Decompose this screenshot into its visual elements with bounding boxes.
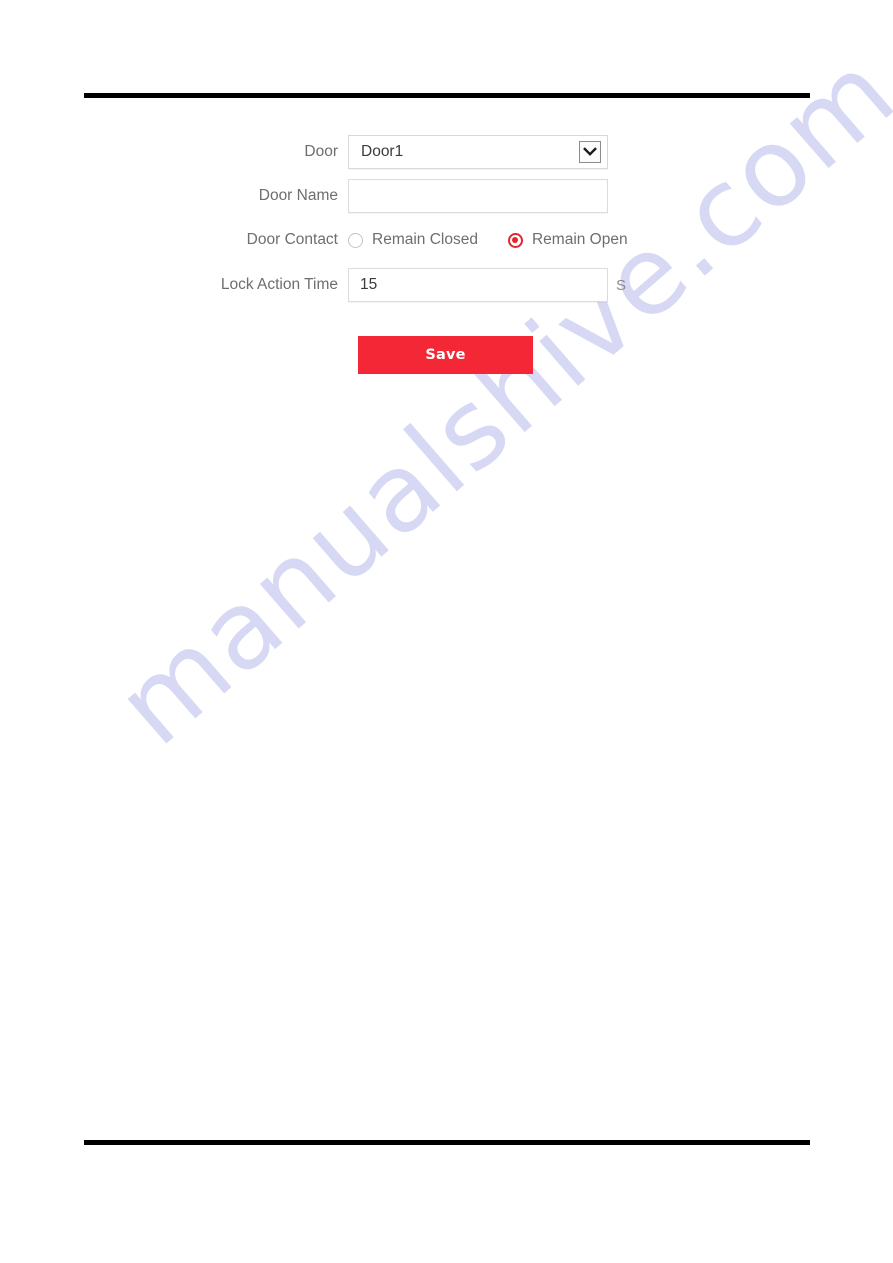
form-actions: Save <box>0 336 893 374</box>
door-contact-label: Door Contact <box>246 231 338 248</box>
form-row-door: Door Door1 <box>0 135 893 169</box>
radio-remain-closed-label: Remain Closed <box>372 231 478 248</box>
footer-divider <box>84 1140 810 1145</box>
chevron-down-icon[interactable] <box>579 141 601 163</box>
radio-remain-closed[interactable]: Remain Closed <box>348 231 478 249</box>
door-label: Door <box>304 143 338 160</box>
radio-remain-open-label: Remain Open <box>531 231 628 248</box>
door-contact-radio-group: Remain Closed Remain Open <box>348 231 628 249</box>
lock-action-time-label: Lock Action Time <box>220 276 338 293</box>
door-parameters-form: Door Door1 Door Name Door Contact Remain… <box>0 135 893 374</box>
save-button[interactable]: Save <box>358 336 533 374</box>
door-name-input[interactable] <box>348 179 608 213</box>
radio-remain-open[interactable]: Remain Open <box>507 231 628 249</box>
save-spacer <box>0 336 358 374</box>
form-row-door-contact: Door Contact Remain Closed Remain Open <box>0 223 893 257</box>
lock-action-time-unit: S <box>616 276 627 294</box>
door-name-label: Door Name <box>258 187 338 204</box>
lock-action-time-input[interactable] <box>348 268 608 302</box>
door-select[interactable]: Door1 <box>348 135 608 169</box>
form-row-door-name: Door Name <box>0 179 893 213</box>
header-divider <box>84 93 810 98</box>
door-select-value: Door1 <box>361 143 404 160</box>
radio-unselected-icon <box>348 232 363 248</box>
radio-selected-icon <box>507 232 523 248</box>
form-row-lock-action-time: Lock Action Time S <box>0 268 893 302</box>
